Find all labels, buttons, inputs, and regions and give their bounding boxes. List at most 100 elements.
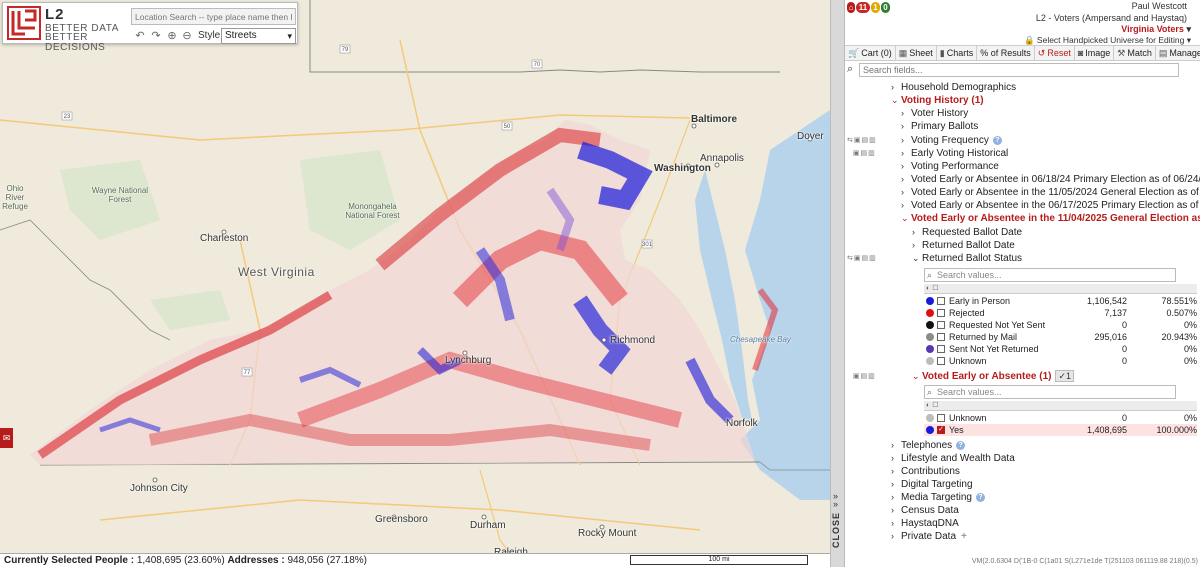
value-checkbox[interactable] xyxy=(937,297,945,305)
value-checkbox-checked[interactable]: ✓ xyxy=(937,426,945,434)
map-style-select[interactable]: Streets ▾ xyxy=(221,28,296,44)
place-lynchburg: Lynchburg xyxy=(445,355,492,366)
chevron-right-icon: › xyxy=(891,505,894,515)
tree-item-digital-targeting[interactable]: › Digital Targeting xyxy=(845,478,1200,491)
color-swatch[interactable] xyxy=(926,345,934,353)
tree-item-ve-0617[interactable]: › Voted Early or Absentee in the 06/17/20… xyxy=(845,199,1200,212)
color-swatch[interactable] xyxy=(926,297,934,305)
universe-selector[interactable]: Virginia Voters ▾ xyxy=(1121,24,1191,35)
color-swatch[interactable] xyxy=(926,333,934,341)
lock-icon: 🔒 xyxy=(1023,35,1035,45)
image-button[interactable]: ◙ Image xyxy=(1075,46,1115,60)
help-icon[interactable]: ? xyxy=(975,493,985,502)
percent-results-button[interactable]: % of Results xyxy=(977,46,1035,60)
value-row-rejected[interactable]: Rejected 7,137 0.507% xyxy=(924,307,1197,319)
value-row-early-in-person[interactable]: Early in Person 1,106,542 78.551% xyxy=(924,295,1197,307)
sheet-icon: ▦ xyxy=(898,48,908,58)
undo-icon[interactable]: ↶ xyxy=(133,29,147,43)
cart-button[interactable]: 🛒 Cart (0) xyxy=(845,46,896,60)
tree-item-census-data[interactable]: › Census Data xyxy=(845,504,1200,517)
search-fields-input[interactable] xyxy=(859,63,1179,77)
badge-red[interactable]: 11 xyxy=(856,2,870,13)
value-checkbox[interactable] xyxy=(937,357,945,365)
location-search-input[interactable] xyxy=(131,8,296,25)
help-icon[interactable]: ? xyxy=(956,441,966,450)
value-row-sent-not-yet-returned[interactable]: Sent Not Yet Returned 0 0% xyxy=(924,343,1197,355)
zoom-out-icon[interactable]: ⊖ xyxy=(180,29,194,43)
place-ohio-river: Ohio River Refuge xyxy=(2,184,28,211)
field-controls-icon[interactable]: ▣▤▥ xyxy=(847,370,876,383)
map-view[interactable]: 79 70 23 50 77 301 Baltimore Washington … xyxy=(0,0,830,567)
close-panel-bar[interactable]: »» CLOSE xyxy=(830,0,845,567)
color-swatch[interactable] xyxy=(926,426,934,434)
tree-item-haystaq-dna[interactable]: › HaystaqDNA xyxy=(845,517,1200,530)
l2-logo-icon xyxy=(7,6,41,40)
logo-brand: L2 xyxy=(45,6,65,23)
tree-item-primary-ballots[interactable]: › Primary Ballots xyxy=(845,120,1200,133)
manage-icon: ▤ xyxy=(1158,48,1168,58)
sheet-label: Sheet xyxy=(909,48,933,58)
selected-count-badge[interactable]: ✓1 xyxy=(1055,370,1075,382)
tree-item-voted-early-absentee[interactable]: ▣▤▥ ⌄ Voted Early or Absentee (1) ✓1 xyxy=(845,370,1200,383)
value-checkbox[interactable] xyxy=(937,414,945,422)
values-search-input-2[interactable]: ⌕ Search values... xyxy=(924,385,1176,399)
redo-icon[interactable]: ↷ xyxy=(149,29,163,43)
match-button[interactable]: ⚒ Match xyxy=(1114,46,1156,60)
tree-item-media-targeting[interactable]: › Media Targeting? xyxy=(845,491,1200,504)
tree-item-contributions[interactable]: › Contributions xyxy=(845,465,1200,478)
color-swatch[interactable] xyxy=(926,414,934,422)
add-icon[interactable]: + xyxy=(961,531,967,542)
badge-yellow[interactable]: 1 xyxy=(871,2,880,13)
value-row-unknown[interactable]: Unknown 0 0% xyxy=(924,355,1197,367)
selection-panel: ⌂ 11 1 0 Paul Westcott L2 - Voters (Ampe… xyxy=(845,0,1200,567)
tree-item-returned-ballot-date[interactable]: › Returned Ballot Date xyxy=(845,239,1200,252)
tree-item-ve-1105[interactable]: › Voted Early or Absentee in the 11/05/20… xyxy=(845,186,1200,199)
zoom-in-icon[interactable]: ⊕ xyxy=(165,29,179,43)
tree-item-early-voting-historical[interactable]: ▣▤▥ › Early Voting Historical xyxy=(845,147,1200,160)
tree-item-voting-history[interactable]: ⌄ Voting History (1) xyxy=(845,94,1200,107)
account-name[interactable]: L2 - Voters (Ampersand and Haystaq) xyxy=(1036,13,1187,23)
chevron-right-icon: › xyxy=(891,531,894,541)
field-controls-icon[interactable]: ▣▤▥ xyxy=(847,147,876,160)
value-row-absentee-yes[interactable]: ✓ Yes 1,408,695 100.000% xyxy=(924,424,1197,436)
palette-icon[interactable]: ◐ xyxy=(926,285,930,292)
color-swatch[interactable] xyxy=(926,309,934,317)
value-checkbox[interactable] xyxy=(937,333,945,341)
value-row-returned-by-mail[interactable]: Returned by Mail 295,016 20.943% xyxy=(924,331,1197,343)
chevron-right-icon: › xyxy=(901,108,904,118)
reset-label: Reset xyxy=(1047,48,1071,58)
user-name[interactable]: Paul Westcott xyxy=(1132,1,1187,11)
tree-item-private-data[interactable]: › Private Data + xyxy=(845,530,1200,543)
field-controls-icon[interactable]: ⇆▣▤▥ xyxy=(847,134,877,147)
tree-item-voter-history[interactable]: › Voter History xyxy=(845,107,1200,120)
place-dover: Dover xyxy=(797,131,824,142)
tree-item-voting-frequency[interactable]: ⇆▣▤▥ › Voting Frequency? xyxy=(845,134,1200,147)
value-row-absentee-unknown[interactable]: Unknown 0 0% xyxy=(924,412,1197,424)
select-all-checkbox[interactable]: ☐ xyxy=(932,285,938,292)
reset-button[interactable]: ↺ Reset xyxy=(1035,46,1075,60)
tree-item-telephones[interactable]: › Telephones? xyxy=(845,439,1200,452)
color-swatch[interactable] xyxy=(926,321,934,329)
tree-item-voting-performance[interactable]: › Voting Performance xyxy=(845,160,1200,173)
tree-item-ve-0618[interactable]: › Voted Early or Absentee in 06/18/24 Pri… xyxy=(845,173,1200,186)
sheet-button[interactable]: ▦ Sheet xyxy=(896,46,937,60)
value-checkbox[interactable] xyxy=(937,345,945,353)
feedback-button[interactable]: ✉ xyxy=(0,428,13,448)
tree-item-household-demographics[interactable]: › Household Demographics xyxy=(845,81,1200,94)
value-checkbox[interactable] xyxy=(937,321,945,329)
select-all-checkbox[interactable]: ☐ xyxy=(932,402,938,409)
tree-item-requested-ballot-date[interactable]: › Requested Ballot Date xyxy=(845,226,1200,239)
tree-item-returned-ballot-status[interactable]: ⇆▣▤▥ ⌄ Returned Ballot Status xyxy=(845,252,1200,265)
palette-icon[interactable]: ◐ xyxy=(926,402,930,409)
values-search-input[interactable]: ⌕ Search values... xyxy=(924,268,1176,282)
charts-button[interactable]: ▮ Charts xyxy=(937,46,978,60)
value-row-requested-not-yet-sent[interactable]: Requested Not Yet Sent 0 0% xyxy=(924,319,1197,331)
value-checkbox[interactable] xyxy=(937,309,945,317)
help-icon[interactable]: ? xyxy=(992,136,1002,145)
tree-item-lifestyle-wealth[interactable]: › Lifestyle and Wealth Data xyxy=(845,452,1200,465)
field-controls-icon[interactable]: ⇆▣▤▥ xyxy=(847,252,877,265)
manage-button[interactable]: ▤ Manage xyxy=(1156,46,1200,60)
tree-item-ve-1104[interactable]: ⌄ Voted Early or Absentee in the 11/04/20… xyxy=(845,212,1200,225)
badge-green[interactable]: 0 xyxy=(881,2,890,13)
color-swatch[interactable] xyxy=(926,357,934,365)
